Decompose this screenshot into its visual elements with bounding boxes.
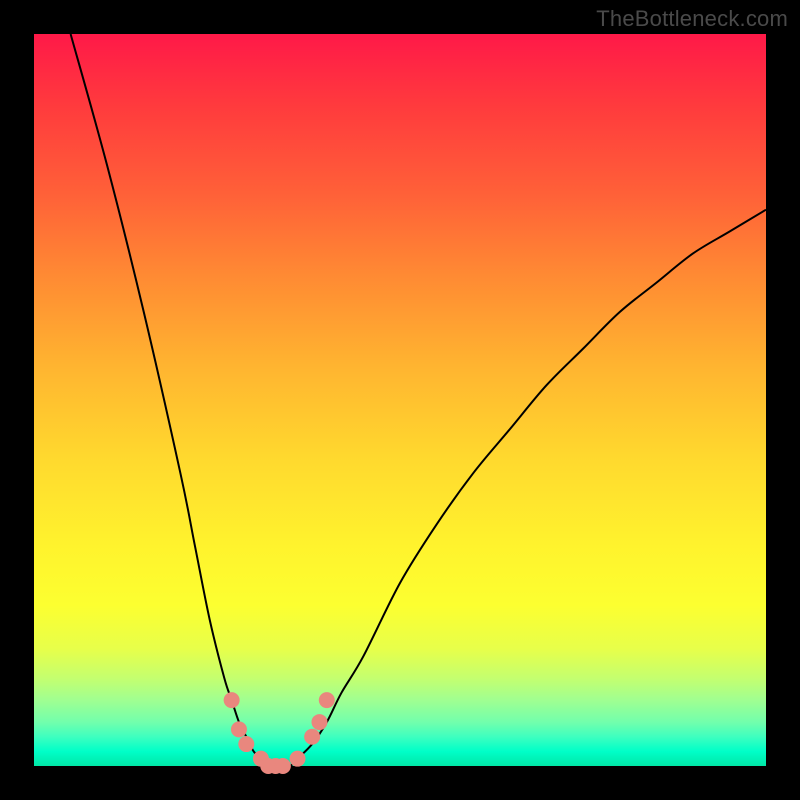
marker-group <box>224 692 335 774</box>
attribution-text: TheBottleneck.com <box>596 6 788 32</box>
data-marker <box>238 736 254 752</box>
data-marker <box>319 692 335 708</box>
chart-svg <box>34 34 766 766</box>
chart-plot-area <box>34 34 766 766</box>
data-marker <box>275 758 291 774</box>
data-marker <box>311 714 327 730</box>
data-marker <box>290 751 306 767</box>
data-marker <box>224 692 240 708</box>
bottleneck-curve <box>71 34 766 767</box>
data-marker <box>304 729 320 745</box>
data-marker <box>231 721 247 737</box>
